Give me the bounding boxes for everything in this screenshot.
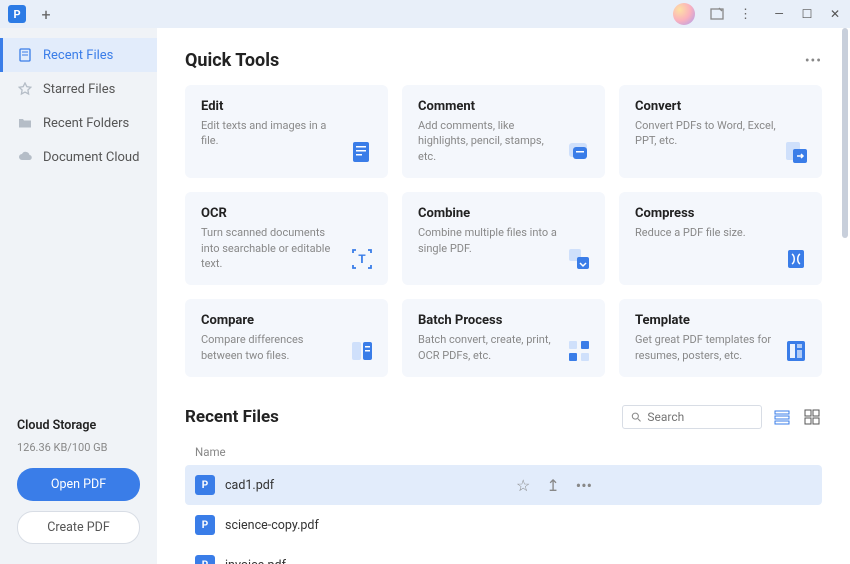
compress-icon (782, 245, 810, 273)
batch-icon (565, 337, 593, 365)
card-ocr[interactable]: OCR Turn scanned documents into searchab… (185, 192, 388, 285)
nav-label: Document Cloud (43, 150, 139, 165)
ocr-icon: T (348, 245, 376, 273)
new-tab-button[interactable]: + (38, 6, 54, 22)
compare-icon (348, 337, 376, 365)
sidebar-item-recent-files[interactable]: Recent Files (0, 38, 157, 72)
quick-tools-grid: Edit Edit texts and images in a file. Co… (185, 85, 822, 377)
menu-icon[interactable]: ⋮ (739, 7, 752, 22)
app-logo: P (8, 5, 26, 23)
quick-tools-more[interactable]: ••• (805, 53, 822, 69)
comment-icon (565, 138, 593, 166)
cloud-icon (17, 149, 33, 165)
share-icon[interactable] (709, 6, 725, 22)
file-name: science-copy.pdf (225, 518, 812, 533)
nav-label: Recent Folders (43, 116, 129, 131)
upload-file-button[interactable]: ↥ (546, 476, 559, 495)
document-icon (17, 47, 33, 63)
pdf-icon: P (195, 475, 215, 495)
card-compress[interactable]: Compress Reduce a PDF file size. (619, 192, 822, 285)
create-pdf-button[interactable]: Create PDF (17, 511, 140, 544)
star-icon (17, 81, 33, 97)
card-batch[interactable]: Batch Process Batch convert, create, pri… (402, 299, 605, 377)
pdf-icon: P (195, 515, 215, 535)
nav-label: Recent Files (43, 48, 113, 63)
maximize-button[interactable]: ☐ (800, 7, 814, 21)
file-row[interactable]: P invoice.pdf (185, 545, 822, 564)
card-convert[interactable]: Convert Convert PDFs to Word, Excel, PPT… (619, 85, 822, 178)
sidebar: Recent Files Starred Files Recent Folder… (0, 28, 157, 564)
minimize-button[interactable]: — (772, 7, 786, 21)
edit-icon (348, 138, 376, 166)
file-row[interactable]: P science-copy.pdf (185, 505, 822, 545)
recent-files-title: Recent Files (185, 407, 612, 427)
star-file-button[interactable]: ☆ (516, 476, 530, 495)
sidebar-item-recent-folders[interactable]: Recent Folders (0, 106, 157, 140)
file-row[interactable]: P cad1.pdf ☆ ↥ ••• (185, 465, 822, 505)
pdf-icon: P (195, 555, 215, 564)
storage-title: Cloud Storage (0, 418, 157, 437)
search-icon (631, 411, 641, 423)
close-button[interactable]: ✕ (828, 7, 842, 21)
titlebar: P + ⋮ — ☐ ✕ (0, 0, 850, 28)
file-list-header-name: Name (185, 439, 822, 465)
storage-usage: 126.36 KB/100 GB (0, 437, 157, 468)
grid-view-button[interactable] (802, 407, 822, 427)
search-input[interactable] (647, 410, 753, 424)
folder-icon (17, 115, 33, 131)
user-avatar[interactable] (673, 3, 695, 25)
open-pdf-button[interactable]: Open PDF (17, 468, 140, 501)
search-box[interactable] (622, 405, 762, 429)
scrollbar[interactable] (842, 28, 848, 238)
sidebar-item-starred-files[interactable]: Starred Files (0, 72, 157, 106)
card-edit[interactable]: Edit Edit texts and images in a file. (185, 85, 388, 178)
svg-text:T: T (358, 252, 366, 266)
list-view-button[interactable] (772, 407, 792, 427)
card-combine[interactable]: Combine Combine multiple files into a si… (402, 192, 605, 285)
file-more-button[interactable]: ••• (576, 476, 592, 495)
quick-tools-title: Quick Tools (185, 50, 279, 71)
combine-icon (565, 245, 593, 273)
card-compare[interactable]: Compare Compare differences between two … (185, 299, 388, 377)
sidebar-item-document-cloud[interactable]: Document Cloud (0, 140, 157, 174)
convert-icon (782, 138, 810, 166)
card-comment[interactable]: Comment Add comments, like highlights, p… (402, 85, 605, 178)
file-name: cad1.pdf (225, 478, 506, 493)
template-icon (782, 337, 810, 365)
file-name: invoice.pdf (225, 558, 812, 564)
card-template[interactable]: Template Get great PDF templates for res… (619, 299, 822, 377)
main-content: Quick Tools ••• Edit Edit texts and imag… (157, 28, 850, 564)
nav-label: Starred Files (43, 82, 115, 97)
